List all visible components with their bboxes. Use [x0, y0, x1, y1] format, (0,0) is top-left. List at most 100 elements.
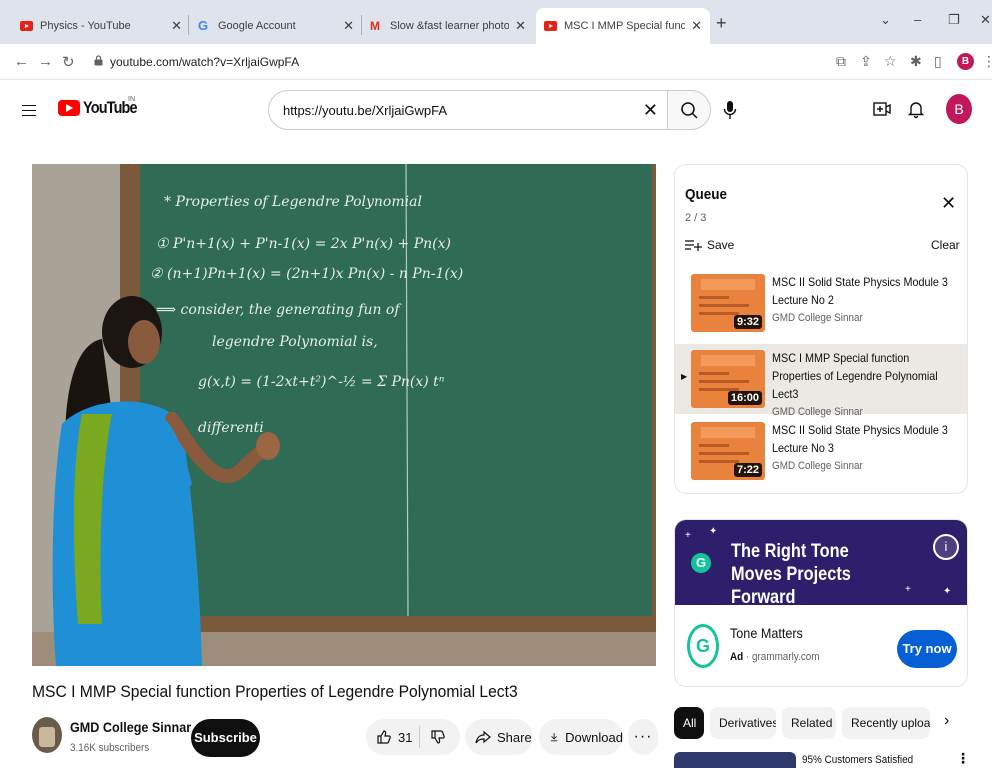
queue-position: 2 / 3	[685, 212, 707, 224]
browser-profile-avatar[interactable]: B	[957, 53, 974, 70]
url-text: youtube.com/watch?v=XrljaiGwpFA	[110, 55, 300, 69]
search-icon	[681, 102, 698, 119]
extensions-icon[interactable]: ✱	[910, 53, 922, 70]
new-tab-icon[interactable]: +	[716, 13, 727, 34]
video-duration: 16:00	[727, 391, 762, 405]
browser-tab[interactable]: M Slow &fast learner photo - bp39 ✕	[362, 8, 534, 44]
close-tab-icon[interactable]: ✕	[171, 18, 182, 34]
chip-all[interactable]: All	[674, 707, 704, 739]
tab-title: Physics - YouTube	[40, 20, 131, 32]
board-text-line: ⟹ consider, the generating fun of	[156, 302, 402, 318]
download-button[interactable]: Download	[539, 719, 623, 755]
queue-item-title: MSC I MMP Special function Properties of…	[772, 351, 938, 401]
chip-recently-uploaded[interactable]: Recently uploaded	[842, 707, 930, 739]
board-text-line: g(x,t) = (1-2xt+t²)^-½ = Σ Pn(x) tⁿ	[198, 374, 445, 390]
close-window-icon[interactable]: ✕	[980, 12, 991, 28]
microphone-icon[interactable]	[723, 100, 737, 120]
chip-derivatives[interactable]: Derivatives	[710, 707, 776, 739]
advertiser-name: Tone Matters	[730, 625, 803, 641]
ad-headline: The Right Tone Moves Projects Forward	[731, 541, 851, 608]
channel-name[interactable]: GMD College Sinnar	[70, 719, 191, 735]
sparkle-icon: +	[685, 530, 691, 541]
like-button[interactable]: 31	[366, 726, 420, 748]
like-dislike-group: 31	[366, 719, 460, 755]
queue-item-title: MSC II Solid State Physics Module 3 Lect…	[772, 423, 948, 455]
chrome-menu-icon[interactable]: ⋮	[982, 53, 992, 70]
side-panel-icon[interactable]: ▯	[934, 53, 942, 70]
ad-label: Ad	[730, 651, 744, 663]
queue-item[interactable]: 9:32 MSC II Solid State Physics Module 3…	[675, 268, 967, 338]
try-now-button[interactable]: Try now	[897, 630, 957, 668]
account-avatar[interactable]: B	[946, 94, 972, 124]
minimize-icon[interactable]: –	[914, 12, 921, 27]
board-text-line: legendre Polynomial is,	[212, 334, 378, 350]
browser-tab-active[interactable]: MSC I MMP Special function Pro ✕	[536, 8, 710, 44]
more-horizontal-icon: ···	[633, 728, 653, 745]
search-button[interactable]	[667, 90, 711, 130]
bookmark-star-icon[interactable]: ☆	[884, 53, 897, 70]
clear-queue-button[interactable]: Clear	[931, 238, 960, 252]
advertiser-logo-icon: G	[687, 624, 719, 668]
reload-icon[interactable]: ↻	[62, 53, 75, 71]
queue-title: Queue	[685, 186, 728, 203]
search-input[interactable]: https://youtu.be/XrljaiGwpFA ✕	[268, 90, 668, 130]
browser-tab[interactable]: Physics - YouTube ✕	[12, 8, 190, 44]
close-queue-icon[interactable]: ✕	[941, 193, 956, 214]
share-arrow-icon	[475, 730, 491, 744]
ad-banner[interactable]: + ✦ + ✦ G The Right Tone Moves Projects …	[675, 520, 967, 608]
sparkle-icon: ✦	[943, 586, 952, 597]
more-vertical-icon[interactable]: ⋮	[956, 750, 970, 767]
board-text-line: * Properties of Legendre Polynomial	[164, 194, 422, 210]
tab-divider	[188, 15, 189, 35]
create-video-icon[interactable]	[872, 99, 892, 119]
queue-thumbnail: 7:22	[691, 422, 765, 480]
ad-info-icon[interactable]: i	[933, 534, 959, 560]
video-player[interactable]: * Properties of Legendre Polynomial ① P'…	[32, 164, 656, 666]
install-app-icon[interactable]: ⧉	[836, 53, 846, 70]
queue-thumbnail: 16:00	[691, 350, 765, 408]
queue-item-channel: GMD College Sinnar	[772, 460, 863, 472]
queue-item-now-playing[interactable]: ▶ 16:00 MSC I MMP Special function Prope…	[675, 344, 967, 418]
sparkle-icon: +	[905, 584, 911, 595]
close-tab-icon[interactable]: ✕	[691, 18, 702, 34]
queue-item-channel: GMD College Sinnar	[772, 312, 863, 324]
restore-icon[interactable]: ❐	[948, 12, 960, 28]
back-icon[interactable]: ←	[14, 53, 29, 70]
next-video-title[interactable]: 95% Customers Satisfied	[802, 754, 913, 766]
tab-title: Slow &fast learner photo - bp39	[390, 20, 510, 32]
tab-title: Google Account	[218, 20, 296, 32]
share-button[interactable]: Share	[465, 719, 533, 755]
subscribe-button[interactable]: Subscribe	[191, 719, 260, 757]
browser-tab[interactable]: G Google Account ✕	[190, 8, 362, 44]
queue-item[interactable]: 7:22 MSC II Solid State Physics Module 3…	[675, 416, 967, 486]
ad-meta: Ad · grammarly.com	[730, 651, 820, 663]
close-tab-icon[interactable]: ✕	[343, 18, 354, 34]
clear-search-icon[interactable]: ✕	[643, 100, 658, 121]
omnibox[interactable]: youtube.com/watch?v=XrljaiGwpFA	[88, 49, 820, 75]
video-duration: 9:32	[733, 315, 762, 329]
download-label: Download	[565, 729, 623, 745]
channel-avatar[interactable]	[32, 717, 62, 753]
dislike-button[interactable]	[420, 729, 446, 745]
chip-related[interactable]: Related	[782, 707, 836, 739]
forward-icon[interactable]: →	[38, 53, 53, 70]
playlist-add-icon	[685, 240, 702, 251]
lock-icon	[94, 55, 103, 66]
close-tab-icon[interactable]: ✕	[515, 18, 526, 34]
gmail-icon: M	[370, 19, 380, 33]
more-actions-button[interactable]: ···	[628, 719, 658, 755]
search-query-text: https://youtu.be/XrljaiGwpFA	[283, 103, 448, 118]
share-page-icon[interactable]: ⇪	[860, 53, 872, 70]
thumbs-down-icon	[431, 730, 445, 744]
tab-search-chevron-icon[interactable]: ⌄	[880, 12, 891, 28]
subscriber-count: 3.16K subscribers	[70, 742, 150, 754]
video-duration: 7:22	[733, 463, 762, 477]
country-code: IN	[128, 96, 135, 103]
menu-icon[interactable]	[22, 105, 36, 116]
ad-card[interactable]: + ✦ + ✦ G The Right Tone Moves Projects …	[674, 519, 968, 687]
notifications-bell-icon[interactable]	[906, 99, 926, 119]
queue-item-title: MSC II Solid State Physics Module 3 Lect…	[772, 275, 948, 307]
youtube-logo[interactable]: YouTube IN	[58, 96, 146, 118]
save-queue-button[interactable]: Save	[685, 238, 734, 252]
chevron-right-icon[interactable]: ›	[944, 712, 949, 730]
